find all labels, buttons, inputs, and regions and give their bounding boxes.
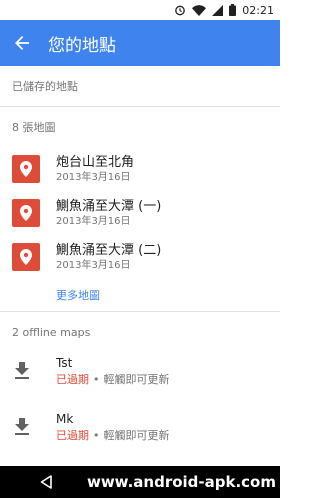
status-time: 02:21 bbox=[242, 3, 274, 17]
map-item[interactable]: 鰂魚涌至大潭 (一) 2013年3月16日 bbox=[0, 191, 280, 235]
map-item[interactable]: 炮台山至北角 2013年3月16日 bbox=[0, 147, 280, 191]
status-bar: 02:21 bbox=[0, 0, 280, 20]
more-maps-link[interactable]: 更多地圖 bbox=[0, 279, 280, 311]
download-icon bbox=[15, 418, 29, 435]
back-button[interactable] bbox=[0, 20, 44, 66]
status-icons: 02:21 bbox=[174, 3, 274, 17]
update-hint: 輕觸即可更新 bbox=[103, 373, 170, 386]
places-list: 已儲存的地點 8 張地圖 炮台山至北角 2013年3月16日 鰂魚涌至大潭 (一… bbox=[0, 66, 280, 466]
map-item[interactable]: 鰂魚涌至大潭 (二) 2013年3月16日 bbox=[0, 235, 280, 279]
back-arrow-icon bbox=[15, 36, 29, 50]
map-date: 2013年3月16日 bbox=[56, 259, 131, 271]
alarm-icon bbox=[174, 4, 186, 16]
map-pin-icon bbox=[12, 199, 40, 227]
offline-maps-header: 2 offline maps bbox=[12, 325, 91, 339]
saved-places-header[interactable]: 已儲存的地點 bbox=[0, 66, 280, 106]
offline-map-title: Mk bbox=[56, 412, 74, 426]
maps-count-header: 8 張地圖 bbox=[12, 121, 56, 134]
offline-map-item[interactable]: Mk 已過期 • 輕觸即可更新 bbox=[0, 408, 280, 464]
update-hint: 輕觸即可更新 bbox=[103, 429, 170, 442]
status-badge: 已過期 bbox=[56, 373, 89, 386]
offline-map-item[interactable]: Tst 已過期 • 輕觸即可更新 bbox=[0, 352, 280, 408]
page-title: 您的地點 bbox=[48, 35, 116, 56]
battery-icon bbox=[229, 4, 237, 16]
map-pin-icon bbox=[12, 155, 40, 183]
map-date: 2013年3月16日 bbox=[56, 215, 131, 227]
signal-icon bbox=[212, 4, 224, 16]
status-badge: 已過期 bbox=[56, 429, 89, 442]
offline-map-title: Tst bbox=[56, 356, 73, 370]
map-title: 鰂魚涌至大潭 (二) bbox=[56, 242, 162, 258]
map-pin-icon bbox=[12, 243, 40, 271]
download-icon bbox=[15, 362, 29, 379]
map-title: 炮台山至北角 bbox=[56, 154, 135, 170]
watermark: www.android-apk.com bbox=[86, 473, 276, 491]
app-bar: 您的地點 bbox=[0, 20, 280, 66]
wifi-icon bbox=[192, 4, 207, 16]
nav-back-icon[interactable] bbox=[40, 475, 52, 489]
map-date: 2013年3月16日 bbox=[56, 171, 131, 183]
map-title: 鰂魚涌至大潭 (一) bbox=[56, 198, 162, 214]
